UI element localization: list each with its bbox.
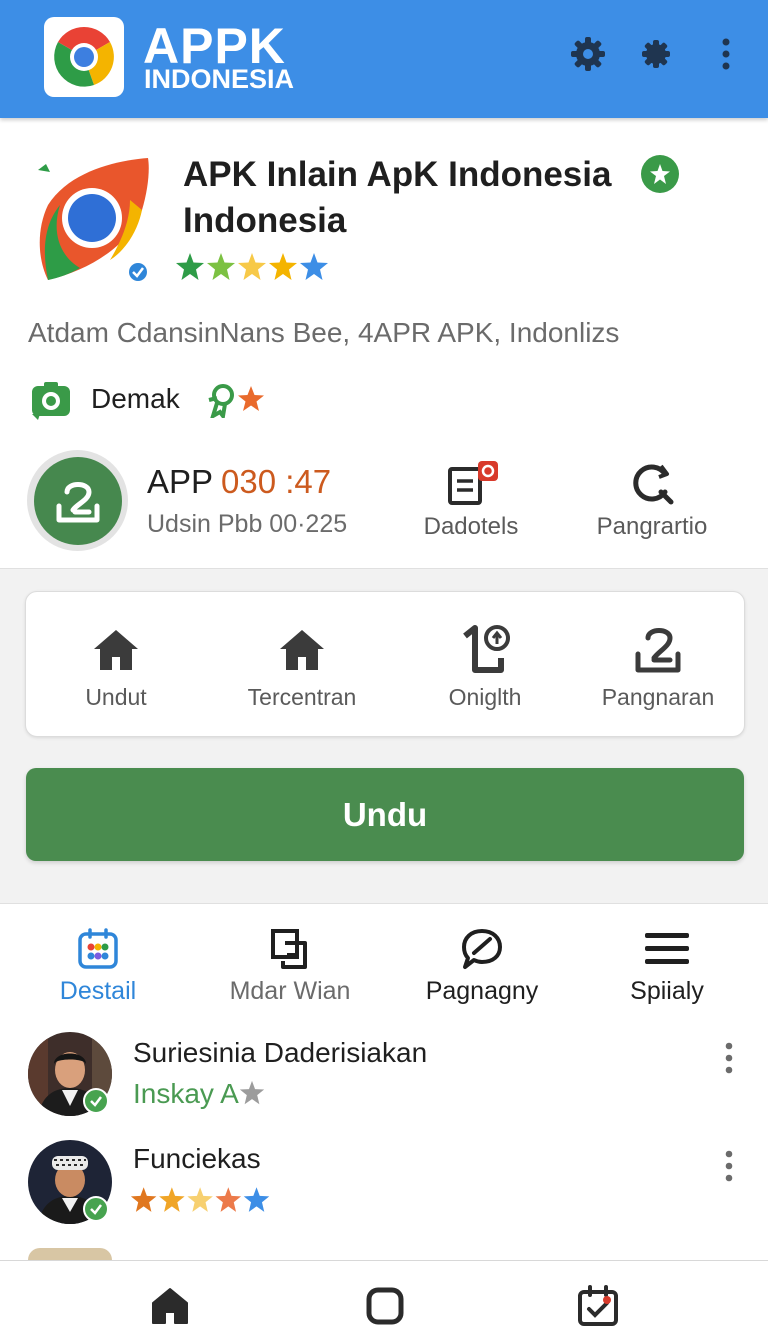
more-vertical-icon[interactable] (714, 1038, 744, 1078)
brand-logo[interactable] (44, 17, 124, 97)
avatar (28, 1248, 112, 1260)
tab-mdar-wian[interactable]: Mdar Wian (200, 925, 380, 1006)
download-button[interactable]: Undu (26, 768, 744, 861)
quick-action-label: Oniglth (448, 684, 522, 710)
reviewer-name: Funciekas (133, 1143, 261, 1174)
download-count-badge (27, 450, 128, 551)
app-stat-value: 030 :47 (221, 463, 332, 500)
quick-action-undut[interactable]: Undut (26, 620, 206, 711)
quick-action-label: Pangnaran (601, 684, 715, 710)
menu-icon (645, 933, 689, 964)
tab-label: Spiialy (630, 977, 704, 1005)
verified-check-icon (83, 1196, 109, 1222)
award-star-icon (205, 382, 267, 421)
refresh-search-icon (633, 464, 674, 505)
settings-icon[interactable] (568, 34, 608, 74)
developer-name[interactable]: Demak (91, 383, 180, 415)
app-stat-label: APP (147, 463, 214, 500)
app-stat-subtext: Udsin Pbb 00·225 (147, 510, 348, 538)
quick-action-label: Tercentran (247, 684, 357, 710)
square-icon[interactable] (363, 1284, 407, 1328)
reviewer-subtitle: Inskay A (133, 1078, 265, 1110)
grid-icon (78, 928, 118, 969)
chrome-logo-icon (54, 26, 114, 87)
reviewer-rating-stars (130, 1186, 272, 1219)
reviewer-name: Suriesinia Daderisiakan (133, 1037, 428, 1068)
app-title: APK Inlain ApK Indonesia Indonesia (183, 155, 612, 240)
verified-badge-icon (641, 155, 679, 193)
home-icon[interactable] (148, 1284, 192, 1328)
tab-label: Pagnagny (425, 977, 539, 1005)
details-stat[interactable]: Dadotels (396, 455, 546, 541)
quick-action-label: Undut (85, 684, 147, 710)
app-rating-stars (175, 252, 331, 282)
home-icon (94, 630, 138, 670)
bug-icon[interactable] (636, 34, 676, 74)
verified-check-icon (83, 1088, 109, 1114)
quick-action-tercentran[interactable]: Tercentran (212, 620, 392, 711)
camera-icon (30, 380, 72, 422)
star-icon (239, 1080, 264, 1105)
tab-label: Mdar Wian (229, 977, 351, 1005)
search-stat[interactable]: Pangrartio (577, 455, 727, 541)
details-stat-label: Dadotels (423, 513, 519, 540)
more-vertical-icon[interactable] (706, 34, 746, 74)
search-stat-label: Pangrartio (596, 513, 708, 540)
more-vertical-icon[interactable] (714, 1146, 744, 1186)
brand-subtitle: INDONESIA (144, 64, 295, 94)
tab-label: Destail (59, 977, 137, 1005)
quick-action-oniglth[interactable]: Oniglth (395, 620, 575, 711)
document-icon (448, 461, 498, 505)
device-icon (463, 625, 510, 673)
chat-icon (462, 929, 502, 969)
tab-destail[interactable]: Destail (8, 925, 188, 1006)
copy-icon (271, 929, 307, 969)
app-description: Atdam CdansinNans Bee, 4APR APK, Indonli… (28, 317, 620, 348)
app-icon (30, 150, 155, 285)
tab-pagnagny[interactable]: Pagnagny (392, 925, 572, 1006)
tab-spiialy[interactable]: Spiialy (577, 925, 757, 1006)
reviewer-subtitle-text: Inskay A (133, 1078, 239, 1109)
top-app-bar: APPK INDONESIA (0, 0, 768, 118)
calendar-check-icon[interactable] (576, 1284, 620, 1328)
quick-action-pangnaran[interactable]: Pangnaran (568, 620, 748, 711)
download-icon (635, 628, 681, 673)
download-icon (56, 481, 99, 522)
home-icon (280, 630, 324, 670)
